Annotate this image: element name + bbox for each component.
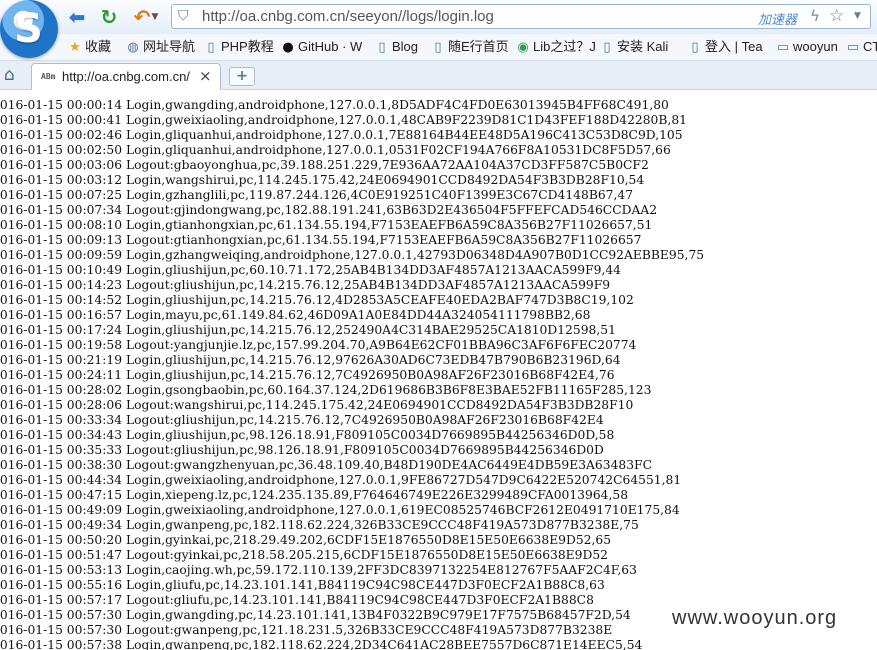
log-line: 2016-01-15 00:57:38 Login,gwanpeng,pc,18… bbox=[0, 638, 643, 650]
folder-icon: ▭ bbox=[846, 40, 860, 55]
address-url[interactable]: http://oa.cnbg.com.cn/seeyon//logs/login… bbox=[202, 8, 494, 25]
browser-logo-letter: S bbox=[14, 6, 43, 52]
tab-active[interactable]: ABm http://oa.cnbg.com.cn/ × bbox=[31, 63, 221, 90]
log-line: 2016-01-15 00:03:12 Login,wangshirui,pc,… bbox=[0, 173, 645, 187]
log-line: 2016-01-15 00:00:14 Login,gwangding,andr… bbox=[0, 98, 669, 112]
home-icon[interactable]: ⌂ bbox=[4, 65, 15, 85]
bookmark-item[interactable]: ▯ 登入 | Tea bbox=[688, 38, 763, 56]
log-line: 2016-01-15 00:21:19 Login,gliushijun,pc,… bbox=[0, 353, 621, 367]
bookmarks-bar: ★ 收藏 ◍ 网址导航 ▯ PHP教程 ● GitHub · W ▯ Blog ▯ 随E行首页 ◉ Lib… bbox=[0, 34, 877, 61]
log-line: 2016-01-15 00:51:47 Logout:gyinkai,pc,21… bbox=[0, 548, 608, 562]
tab-favicon-icon: ABm bbox=[41, 72, 56, 81]
bookmark-label: 网址导航 bbox=[143, 39, 196, 54]
page-icon: ▯ bbox=[378, 40, 386, 55]
log-line: 2016-01-15 00:03:06 Logout:gbaoyonghua,p… bbox=[0, 158, 649, 172]
log-line: 2016-01-15 00:19:58 Logout:yangjunjie.lz… bbox=[0, 338, 637, 352]
watermark: www.wooyun.org bbox=[670, 607, 840, 630]
refresh-icon[interactable]: ↻ bbox=[97, 5, 121, 29]
log-line: 2016-01-15 00:55:16 Login,gliufu,pc,14.2… bbox=[0, 578, 605, 592]
bookmark-item[interactable]: ▭ CT bbox=[846, 38, 877, 56]
bookmark-label: 随E行首页 bbox=[448, 39, 509, 54]
log-line: 2016-01-15 00:47:15 Login,xiepeng.lz,pc,… bbox=[0, 488, 629, 502]
bookmark-item[interactable]: ● GitHub · W bbox=[281, 38, 362, 56]
bookmark-item[interactable]: ▭ wooyun bbox=[776, 38, 838, 56]
log-line: 2016-01-15 00:38:30 Logout:gwangzhenyuan… bbox=[0, 458, 652, 472]
log-line: 2016-01-15 00:57:30 Logout:gwanpeng,pc,1… bbox=[0, 623, 613, 637]
log-line: 2016-01-15 00:08:10 Login,gtianhongxian,… bbox=[0, 218, 653, 232]
log-line: 2016-01-15 00:14:52 Login,gliushijun,pc,… bbox=[0, 293, 634, 307]
bookmark-item[interactable]: ▯ 安装 Kali bbox=[600, 38, 668, 56]
log-line: 2016-01-15 00:14:23 Logout:gliushijun,pc… bbox=[0, 278, 611, 292]
log-line: 2016-01-15 00:28:02 Login,gsongbaobin,pc… bbox=[0, 383, 652, 397]
bookmark-label: 收藏 bbox=[85, 39, 112, 54]
log-line: 2016-01-15 00:02:46 Login,gliquanhui,and… bbox=[0, 128, 683, 142]
log-line: 2016-01-15 00:28:06 Logout:wangshirui,pc… bbox=[0, 398, 634, 412]
github-icon: ● bbox=[282, 40, 294, 55]
tab-bar: ⌂ ABm http://oa.cnbg.com.cn/ × + bbox=[0, 61, 877, 90]
shield-icon: ⛉ bbox=[178, 8, 189, 24]
log-line: 2016-01-15 00:33:34 Logout:gliushijun,pc… bbox=[0, 413, 604, 427]
log-line: 2016-01-15 00:50:20 Login,gyinkai,pc,218… bbox=[0, 533, 612, 547]
log-line: 2016-01-15 00:57:17 Logout:gliufu,pc,14.… bbox=[0, 593, 594, 607]
page-icon: ▯ bbox=[603, 40, 611, 55]
log-line: 2016-01-15 00:17:24 Login,gliushijun,pc,… bbox=[0, 323, 616, 337]
log-line: 2016-01-15 00:49:34 Login,gwanpeng,pc,18… bbox=[0, 518, 639, 532]
page-icon: ▯ bbox=[434, 40, 442, 55]
address-bar[interactable]: ⛉ http://oa.cnbg.com.cn/seeyon//logs/log… bbox=[171, 4, 871, 29]
page-icon: ▯ bbox=[691, 40, 699, 55]
log-line: 2016-01-15 00:24:11 Login,gliushijun,pc,… bbox=[0, 368, 615, 382]
favorite-star-icon[interactable]: ☆ bbox=[829, 6, 844, 26]
log-line: 2016-01-15 00:16:57 Login,mayu,pc,61.149… bbox=[0, 308, 591, 322]
lightning-icon[interactable]: ϟ bbox=[810, 7, 820, 25]
log-line: 2016-01-15 00:09:59 Login,gzhangweiqing,… bbox=[0, 248, 705, 262]
close-icon[interactable]: × bbox=[199, 67, 212, 85]
log-line: 2016-01-15 00:00:41 Login,gweixiaoling,a… bbox=[0, 113, 687, 127]
bookmark-item[interactable]: ★ 收藏 bbox=[68, 38, 111, 56]
lib-icon: ◉ bbox=[517, 40, 529, 55]
bookmark-label: 安装 Kali bbox=[617, 39, 669, 54]
bookmark-label: CT bbox=[863, 39, 877, 54]
bookmark-label: Lib之过？J bbox=[533, 39, 596, 54]
undo-dropdown-icon[interactable]: ▼ bbox=[150, 5, 160, 29]
bookmark-item[interactable]: ▯ 随E行首页 bbox=[431, 38, 509, 56]
log-line: 2016-01-15 00:53:13 Login,caojing.wh,pc,… bbox=[0, 563, 637, 577]
log-line: 2016-01-15 00:10:49 Login,gliushijun,pc,… bbox=[0, 263, 621, 277]
log-content: 2016-01-15 00:00:14 Login,gwangding,andr… bbox=[0, 90, 877, 650]
bookmark-label: Blog bbox=[392, 39, 419, 54]
log-line: 2016-01-15 00:34:43 Login,gliushijun,pc,… bbox=[0, 428, 615, 442]
log-line: 2016-01-15 00:02:50 Login,gliquanhui,and… bbox=[0, 143, 671, 157]
bookmark-item[interactable]: ▯ PHP教程 bbox=[204, 38, 274, 56]
page-icon: ▯ bbox=[207, 40, 215, 55]
back-arrow-icon[interactable]: ⬅ bbox=[65, 5, 89, 29]
folder-icon: ▭ bbox=[776, 40, 790, 55]
globe-icon: ◍ bbox=[127, 40, 139, 55]
star-icon: ★ bbox=[69, 40, 81, 55]
log-line: 2016-01-15 00:09:13 Logout:gtianhongxian… bbox=[0, 233, 642, 247]
log-line: 2016-01-15 00:07:34 Logout:gjindongwang,… bbox=[0, 203, 658, 217]
bookmark-item[interactable]: ▯ Blog bbox=[375, 38, 418, 56]
bookmark-label: 登入 | Tea bbox=[705, 39, 763, 54]
bookmark-item[interactable]: ◉ Lib之过？J bbox=[516, 38, 596, 56]
bookmark-label: PHP教程 bbox=[221, 39, 274, 54]
bookmark-item[interactable]: ◍ 网址导航 bbox=[126, 38, 195, 56]
log-line: 2016-01-15 00:44:34 Login,gweixiaoling,a… bbox=[0, 473, 682, 487]
log-line: 2016-01-15 00:49:09 Login,gweixiaoling,a… bbox=[0, 503, 680, 517]
log-line: 2016-01-15 00:07:25 Login,gzhanglili,pc,… bbox=[0, 188, 634, 202]
browser-logo-icon[interactable]: S bbox=[0, 0, 58, 58]
log-line: 2016-01-15 00:35:33 Logout:gliushijun,pc… bbox=[0, 443, 604, 457]
log-line: 2016-01-15 00:57:30 Login,gwangding,pc,1… bbox=[0, 608, 631, 622]
bookmark-label: wooyun bbox=[793, 39, 838, 54]
tab-title: http://oa.cnbg.com.cn/ bbox=[62, 69, 190, 84]
new-tab-button[interactable]: + bbox=[229, 67, 255, 86]
bookmark-label: GitHub · W bbox=[298, 39, 363, 54]
accelerator-button[interactable]: 加速器 bbox=[758, 9, 797, 28]
address-dropdown-icon[interactable]: ▼ bbox=[854, 11, 861, 21]
browser-toolbar: S ⬅ ↻ ↶ ▼ ⛉ http://oa.cnbg.com.cn/seeyon… bbox=[0, 0, 877, 58]
